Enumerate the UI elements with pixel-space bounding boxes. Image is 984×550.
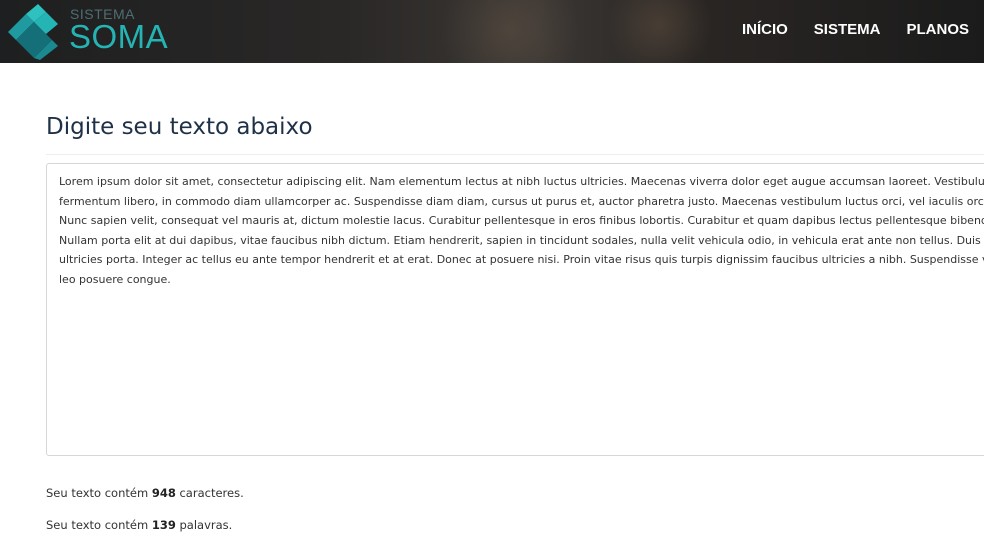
text-line: Nunc sapien velit, consequat vel mauris … — [59, 214, 984, 227]
text-line: Lorem ipsum dolor sit amet, consectetur … — [59, 175, 984, 188]
nav-item-inicio[interactable]: INÍCIO — [742, 21, 788, 38]
text-input-area[interactable]: Lorem ipsum dolor sit amet, consectetur … — [46, 163, 984, 456]
text-line: Nullam porta elit at dui dapibus, vitae … — [59, 233, 984, 247]
header-background-shade — [430, 0, 590, 63]
character-count: Seu texto contém 948 caracteres. — [46, 486, 244, 500]
nav-item-planos[interactable]: PLANOS — [906, 21, 969, 38]
text-line: ultricies porta. Integer ac tellus eu an… — [59, 253, 984, 266]
page-title: Digite seu texto abaixo — [46, 114, 313, 140]
soma-logo-icon[interactable] — [4, 2, 60, 60]
text-line: leo posuere congue. — [59, 272, 171, 286]
character-count-suffix: caracteres. — [179, 486, 244, 500]
character-count-value: 948 — [151, 486, 176, 500]
nav-item-sistema[interactable]: SISTEMA — [814, 21, 881, 38]
word-count-prefix: Seu texto contém — [46, 518, 149, 532]
brand-name[interactable]: SOMA — [69, 18, 168, 56]
word-count-suffix: palavras. — [179, 518, 233, 532]
text-line: fermentum libero, in commodo diam ullamc… — [59, 194, 984, 208]
character-count-prefix: Seu texto contém — [46, 486, 149, 500]
header-background-shade — [600, 0, 720, 63]
main-nav: INÍCIO SISTEMA PLANOS — [742, 21, 969, 38]
top-header: SISTEMA SOMA INÍCIO SISTEMA PLANOS — [0, 0, 984, 63]
word-count: Seu texto contém 139 palavras. — [46, 518, 232, 532]
title-divider — [46, 154, 984, 155]
word-count-value: 139 — [151, 518, 176, 532]
